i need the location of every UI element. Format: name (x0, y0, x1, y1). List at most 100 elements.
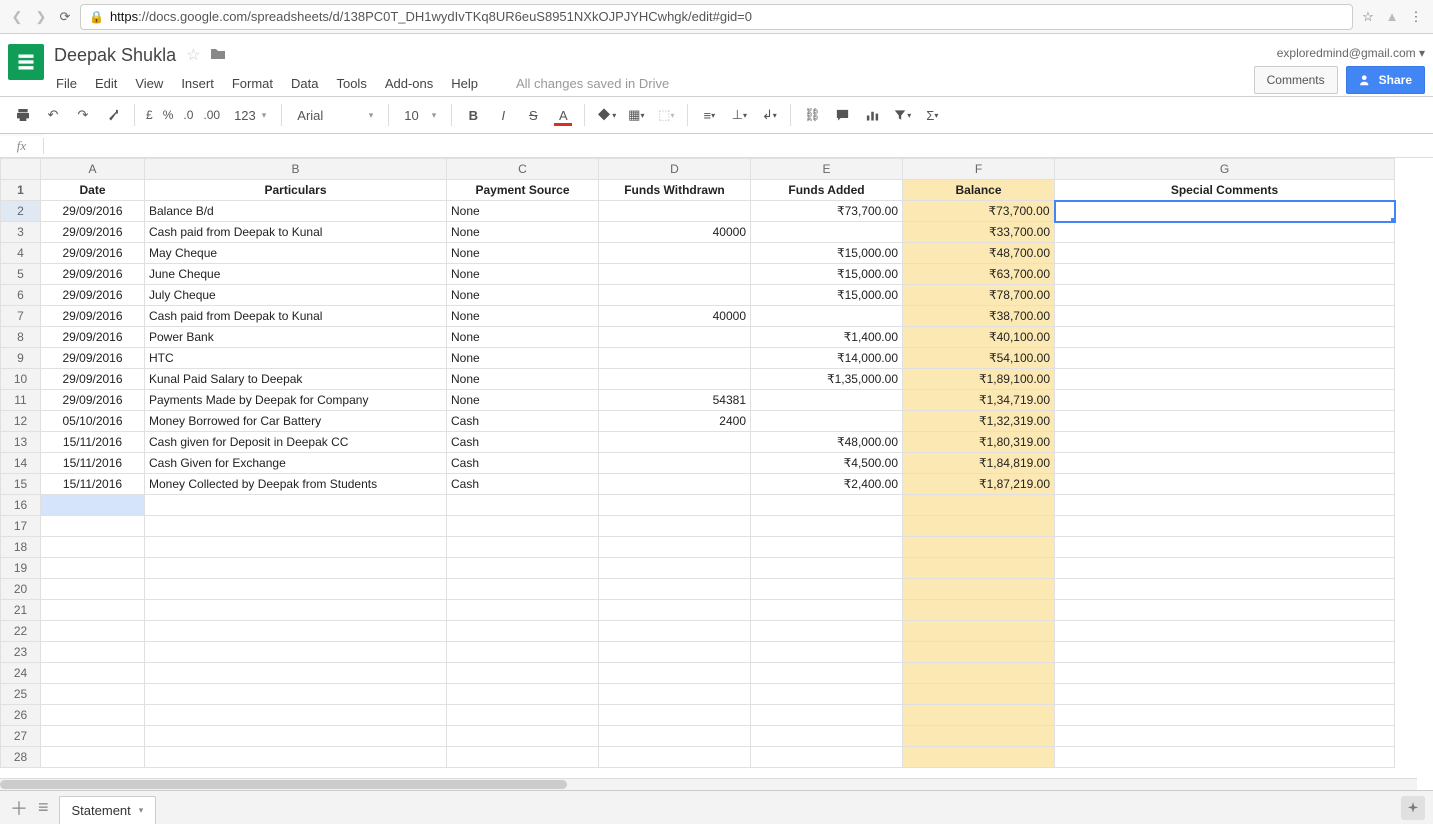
cell[interactable] (447, 516, 599, 537)
drive-cloud-icon[interactable]: ▲ (1383, 8, 1401, 26)
cell[interactable] (145, 600, 447, 621)
cell[interactable] (599, 726, 751, 747)
cell[interactable] (751, 684, 903, 705)
menu-data[interactable]: Data (291, 76, 318, 91)
row-header[interactable]: 9 (1, 348, 41, 369)
row-header[interactable]: 15 (1, 474, 41, 495)
add-sheet-icon[interactable]: ＋ (10, 795, 28, 821)
cell[interactable] (599, 453, 751, 474)
row-header[interactable]: 1 (1, 180, 41, 201)
cell[interactable] (1055, 663, 1395, 684)
cell[interactable]: 15/11/2016 (41, 453, 145, 474)
bookmark-star-icon[interactable]: ☆ (1359, 8, 1377, 26)
cell[interactable] (145, 579, 447, 600)
row-header[interactable]: 11 (1, 390, 41, 411)
cell[interactable]: Cash paid from Deepak to Kunal (145, 222, 447, 243)
h-scrollbar[interactable] (0, 778, 1417, 790)
cell[interactable] (903, 684, 1055, 705)
cell[interactable] (751, 621, 903, 642)
paint-format-icon[interactable] (100, 101, 126, 129)
folder-icon[interactable] (210, 47, 226, 64)
h-align-icon[interactable]: ≡▾ (696, 101, 722, 129)
cell[interactable] (41, 537, 145, 558)
cell[interactable] (1055, 537, 1395, 558)
cell[interactable] (903, 726, 1055, 747)
cell[interactable] (1055, 642, 1395, 663)
col-header-A[interactable]: A (41, 159, 145, 180)
cell[interactable] (599, 516, 751, 537)
cell[interactable] (599, 285, 751, 306)
row-header[interactable]: 5 (1, 264, 41, 285)
filter-icon[interactable]: ▾ (889, 101, 915, 129)
cell[interactable] (41, 579, 145, 600)
cell[interactable] (751, 600, 903, 621)
cell[interactable]: June Cheque (145, 264, 447, 285)
spreadsheet-grid[interactable]: ABCDEFG1DateParticularsPayment SourceFun… (0, 158, 1396, 768)
row-header[interactable]: 12 (1, 411, 41, 432)
menu-tools[interactable]: Tools (336, 76, 366, 91)
col-header-F[interactable]: F (903, 159, 1055, 180)
cell[interactable]: None (447, 264, 599, 285)
cell[interactable] (751, 642, 903, 663)
row-header[interactable]: 20 (1, 579, 41, 600)
cell[interactable] (145, 726, 447, 747)
row-header[interactable]: 22 (1, 621, 41, 642)
cell[interactable] (447, 663, 599, 684)
cell[interactable] (599, 600, 751, 621)
cell[interactable]: ₹1,35,000.00 (751, 369, 903, 390)
cell[interactable]: 15/11/2016 (41, 432, 145, 453)
cell[interactable] (41, 495, 145, 516)
cell[interactable] (751, 516, 903, 537)
text-color-icon[interactable]: A (550, 101, 576, 129)
cell[interactable]: 2400 (599, 411, 751, 432)
cell[interactable]: Money Collected by Deepak from Students (145, 474, 447, 495)
cell[interactable]: ₹2,400.00 (751, 474, 903, 495)
cell[interactable]: Funds Withdrawn (599, 180, 751, 201)
cell[interactable] (1055, 201, 1395, 222)
cell[interactable] (41, 558, 145, 579)
select-all-corner[interactable] (1, 159, 41, 180)
cell[interactable]: 29/09/2016 (41, 201, 145, 222)
increase-decimal-button[interactable]: .00 (200, 108, 223, 122)
all-sheets-icon[interactable]: ≡ (38, 797, 49, 818)
cell[interactable] (1055, 243, 1395, 264)
cell[interactable] (1055, 474, 1395, 495)
cell[interactable] (447, 600, 599, 621)
cell[interactable]: Cash given for Deposit in Deepak CC (145, 432, 447, 453)
cell[interactable] (903, 579, 1055, 600)
cell[interactable]: HTC (145, 348, 447, 369)
cell[interactable] (751, 537, 903, 558)
cell[interactable] (1055, 411, 1395, 432)
cell[interactable]: 29/09/2016 (41, 306, 145, 327)
cell[interactable] (599, 663, 751, 684)
font-size-dropdown[interactable]: 10▾ (397, 102, 443, 128)
menu-view[interactable]: View (135, 76, 163, 91)
decrease-decimal-button[interactable]: .0 (180, 108, 196, 122)
cell[interactable] (41, 726, 145, 747)
cell[interactable]: ₹4,500.00 (751, 453, 903, 474)
insert-link-icon[interactable]: ⛓ (799, 101, 825, 129)
row-header[interactable]: 28 (1, 747, 41, 768)
url-bar[interactable]: 🔒 https://docs.google.com/spreadsheets/d… (80, 4, 1353, 30)
cell[interactable]: ₹78,700.00 (903, 285, 1055, 306)
cell[interactable]: Payments Made by Deepak for Company (145, 390, 447, 411)
merge-cells-icon[interactable]: ⬚▾ (653, 101, 679, 129)
cell[interactable] (599, 432, 751, 453)
cell[interactable] (41, 705, 145, 726)
cell[interactable]: ₹40,100.00 (903, 327, 1055, 348)
cell[interactable]: None (447, 222, 599, 243)
col-header-G[interactable]: G (1055, 159, 1395, 180)
col-header-D[interactable]: D (599, 159, 751, 180)
cell[interactable]: Cash (447, 411, 599, 432)
cell[interactable] (1055, 684, 1395, 705)
bold-icon[interactable]: B (460, 101, 486, 129)
cell[interactable]: ₹15,000.00 (751, 243, 903, 264)
borders-icon[interactable]: ▦▾ (623, 101, 649, 129)
cell[interactable] (41, 621, 145, 642)
cell[interactable] (599, 558, 751, 579)
cell[interactable]: 05/10/2016 (41, 411, 145, 432)
cell[interactable] (599, 327, 751, 348)
cell[interactable] (1055, 579, 1395, 600)
cell[interactable]: 40000 (599, 306, 751, 327)
star-icon[interactable]: ☆ (186, 45, 200, 65)
